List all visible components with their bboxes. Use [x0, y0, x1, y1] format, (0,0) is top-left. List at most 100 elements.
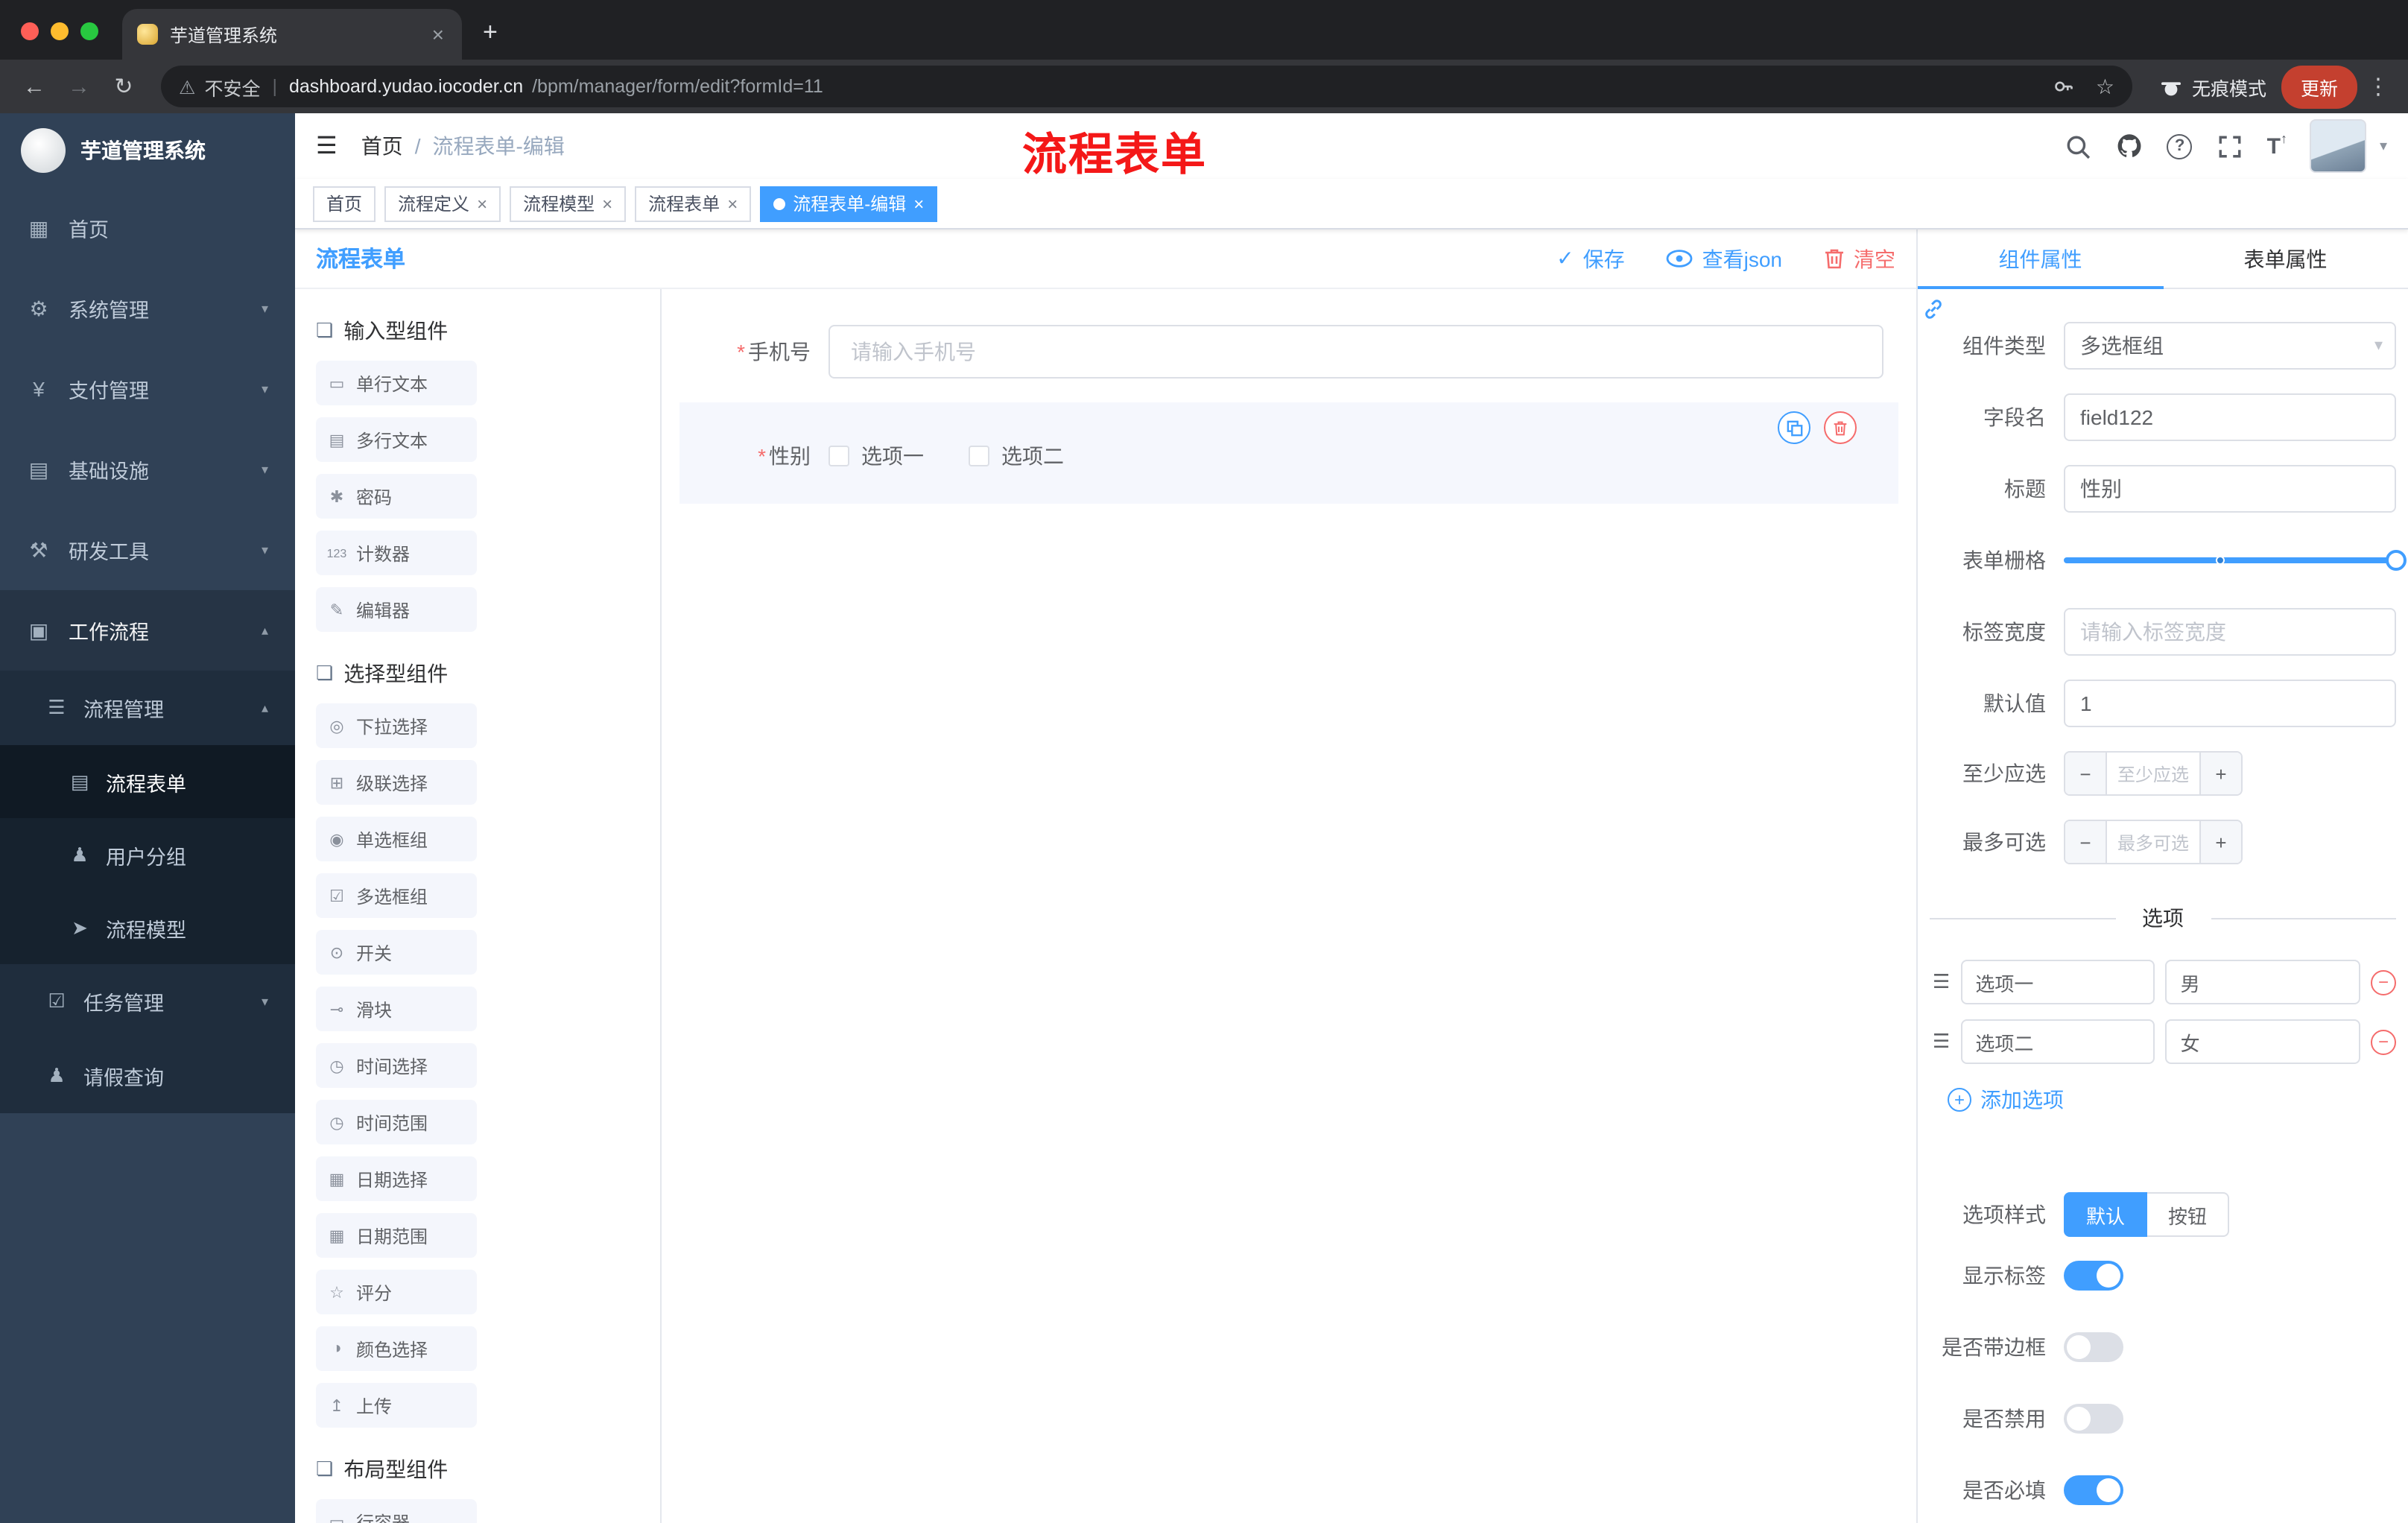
palette-chip-time-range[interactable]: ◷ 时间范围 [316, 1100, 477, 1144]
maximize-window-button[interactable] [80, 22, 98, 40]
browser-menu-icon[interactable]: ⋮ [2363, 73, 2393, 100]
palette-chip-row-container[interactable]: ▭ 行容器 [316, 1499, 477, 1523]
selected-component-gender[interactable]: * 性别 选项一 选项二 [679, 402, 1898, 504]
tag-process-model[interactable]: 流程模型 × [510, 186, 627, 221]
show-label-switch[interactable] [2064, 1261, 2123, 1291]
sidebar-item-process-mgmt[interactable]: ☰ 流程管理 ▴ [0, 671, 295, 745]
browser-update-button[interactable]: 更新 [2281, 65, 2357, 108]
palette-chip-textarea[interactable]: ▤ 多行文本 [316, 417, 477, 462]
sidebar-logo[interactable]: 芋道管理系统 [0, 113, 295, 188]
avatar-caret-icon[interactable]: ▾ [2380, 138, 2387, 154]
key-icon[interactable] [2054, 76, 2075, 97]
palette-chip-password[interactable]: ✱ 密码 [316, 474, 477, 519]
checkbox-box[interactable] [828, 446, 849, 466]
link-icon[interactable] [1922, 298, 1945, 328]
slider-handle[interactable] [2386, 550, 2407, 571]
address-bar[interactable]: ⚠ 不安全 | dashboard.yudao.iocoder.cn /bpm/… [161, 66, 2132, 107]
forward-icon[interactable]: → [60, 74, 98, 99]
gender-field-row[interactable]: * 性别 选项一 选项二 [679, 441, 1883, 471]
option-1-value-input[interactable] [2165, 960, 2360, 1004]
max-select-value[interactable]: 最多可选 [2107, 821, 2199, 863]
increase-button[interactable]: + [2199, 753, 2241, 794]
palette-chip-time-picker[interactable]: ◷ 时间选择 [316, 1043, 477, 1088]
tab-close-icon[interactable]: × [429, 22, 447, 46]
tag-close-icon[interactable]: × [602, 193, 612, 214]
sidebar-item-workflow[interactable]: ▣ 工作流程 ▴ [0, 590, 295, 671]
style-button-button[interactable]: 按钮 [2147, 1192, 2230, 1237]
sidebar-item-task-mgmt[interactable]: ☑ 任务管理 ▾ [0, 964, 295, 1039]
drag-handle-icon[interactable]: ☰ [1933, 1030, 1950, 1054]
decrease-button[interactable]: − [2065, 821, 2107, 863]
checkbox-box[interactable] [969, 446, 989, 466]
style-default-button[interactable]: 默认 [2064, 1192, 2148, 1237]
user-avatar[interactable] [2309, 119, 2366, 173]
remove-option-icon[interactable]: − [2371, 969, 2396, 995]
option-1-label-input[interactable] [1960, 960, 2155, 1004]
palette-chip-editor[interactable]: ✎ 编辑器 [316, 587, 477, 632]
tag-close-icon[interactable]: × [913, 193, 924, 214]
palette-chip-color-picker[interactable]: ◑ 颜色选择 [316, 1326, 477, 1371]
view-json-button[interactable]: 查看json [1667, 244, 1782, 273]
increase-button[interactable]: + [2199, 821, 2241, 863]
sidebar-item-user-group[interactable]: ♟ 用户分组 [0, 818, 295, 891]
add-option-button[interactable]: + 添加选项 [1948, 1085, 2408, 1115]
sidebar-item-process-model[interactable]: ➤ 流程模型 [0, 891, 295, 964]
default-value-input[interactable] [2064, 680, 2396, 727]
sidebar-item-infra[interactable]: ▤ 基础设施 ▾ [0, 429, 295, 510]
new-tab-button[interactable]: + [483, 18, 498, 48]
palette-chip-radio-group[interactable]: ◉ 单选框组 [316, 817, 477, 861]
copy-component-button[interactable] [1778, 411, 1810, 444]
gender-option-2-checkbox[interactable]: 选项二 [969, 441, 1064, 471]
decrease-button[interactable]: − [2065, 753, 2107, 794]
minimize-window-button[interactable] [51, 22, 69, 40]
option-2-value-input[interactable] [2165, 1019, 2360, 1064]
delete-component-button[interactable] [1824, 411, 1857, 444]
component-type-select[interactable]: ▾ [2064, 322, 2396, 370]
sidebar-item-devtools[interactable]: ⚒ 研发工具 ▾ [0, 510, 295, 590]
tag-home[interactable]: 首页 [313, 186, 376, 221]
close-window-button[interactable] [21, 22, 39, 40]
palette-chip-cascader[interactable]: ⊞ 级联选择 [316, 760, 477, 805]
palette-chip-upload[interactable]: ↥ 上传 [316, 1383, 477, 1428]
title-input[interactable] [2064, 465, 2396, 513]
phone-field-row[interactable]: * 手机号 [679, 325, 1898, 379]
bookmark-star-icon[interactable]: ☆ [2096, 74, 2114, 99]
remove-option-icon[interactable]: − [2371, 1029, 2396, 1054]
form-canvas[interactable]: * 手机号 请输入手机号 * 性别 选项一 选项二 [662, 289, 1916, 1523]
search-icon[interactable] [2063, 131, 2093, 161]
tag-close-icon[interactable]: × [477, 193, 487, 214]
collapse-menu-icon[interactable]: ☰ [316, 131, 338, 161]
tag-process-form[interactable]: 流程表单 × [635, 186, 752, 221]
slider-track[interactable] [2064, 550, 2407, 571]
tab-component-props[interactable]: 组件属性 [1918, 229, 2163, 289]
palette-chip-date-range[interactable]: ▦ 日期范围 [316, 1213, 477, 1258]
reload-icon[interactable]: ↻ [104, 73, 143, 100]
breadcrumb-home[interactable]: 首页 [361, 131, 403, 161]
github-icon[interactable] [2115, 131, 2145, 161]
drag-handle-icon[interactable]: ☰ [1933, 970, 1950, 994]
sidebar-item-system[interactable]: ⚙ 系统管理 ▾ [0, 268, 295, 349]
min-select-value[interactable]: 至少应选 [2107, 753, 2199, 794]
sidebar-item-leave-query[interactable]: ♟ 请假查询 [0, 1039, 295, 1113]
tab-form-props[interactable]: 表单属性 [2163, 229, 2408, 288]
label-width-input[interactable] [2064, 608, 2396, 656]
fullscreen-icon[interactable] [2215, 131, 2245, 161]
tag-process-form-edit[interactable]: 流程表单-编辑 × [760, 186, 938, 221]
component-type-value[interactable] [2064, 322, 2396, 370]
disabled-switch[interactable] [2064, 1404, 2123, 1434]
help-icon[interactable]: ? [2167, 133, 2193, 159]
palette-chip-slider[interactable]: ⊸ 滑块 [316, 987, 477, 1031]
clear-button[interactable]: 清空 [1824, 244, 1895, 273]
palette-chip-checkbox-group[interactable]: ☑ 多选框组 [316, 873, 477, 918]
option-2-label-input[interactable] [1960, 1019, 2155, 1064]
form-grid-slider[interactable] [2064, 536, 2407, 584]
field-name-input[interactable] [2064, 393, 2396, 441]
palette-chip-rate[interactable]: ☆ 评分 [316, 1270, 477, 1314]
palette-chip-counter[interactable]: 123 计数器 [316, 531, 477, 575]
sidebar-item-process-form[interactable]: ▤ 流程表单 [0, 745, 295, 818]
sidebar-item-home[interactable]: ▦ 首页 [0, 188, 295, 268]
palette-chip-select[interactable]: ◎ 下拉选择 [316, 703, 477, 748]
sidebar-item-payment[interactable]: ¥ 支付管理 ▾ [0, 349, 295, 429]
save-button[interactable]: ✓ 保存 [1556, 244, 1624, 273]
gender-option-1-checkbox[interactable]: 选项一 [828, 441, 924, 471]
